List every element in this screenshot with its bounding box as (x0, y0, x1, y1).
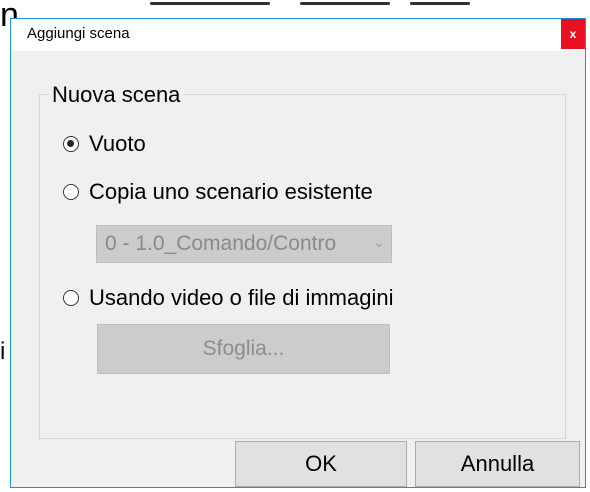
background-window-edge (300, 2, 390, 5)
radio-button[interactable] (63, 290, 79, 306)
scenario-select-value: 0 - 1.0_Comando/Contro (105, 232, 337, 255)
chevron-down-icon: ⌄ (373, 234, 385, 250)
background-window-edge (410, 2, 470, 5)
background-window-edge (150, 2, 270, 5)
close-button[interactable]: x (561, 19, 585, 49)
add-scene-dialog: Aggiungi scena x Nuova scena Vuoto Copia… (10, 18, 586, 488)
radio-button-checked[interactable] (63, 136, 79, 152)
scenario-select: 0 - 1.0_Comando/Contro ⌄ (96, 225, 392, 263)
screen: n i Aggiungi scena x Nuova scena Vuoto C… (0, 0, 590, 492)
group-legend: Nuova scena (49, 82, 184, 108)
radio-copy-scenario[interactable]: Copia uno scenario esistente (63, 179, 373, 205)
ok-button[interactable]: OK (235, 441, 407, 487)
radio-video-or-images[interactable]: Usando video o file di immagini (63, 285, 394, 311)
background-text: i (0, 338, 6, 365)
browse-button: Sfoglia... (97, 324, 390, 374)
radio-label: Usando video o file di immagini (89, 285, 394, 310)
radio-button[interactable] (63, 184, 79, 200)
radio-label: Copia uno scenario esistente (89, 179, 373, 204)
radio-empty[interactable]: Vuoto (63, 131, 146, 157)
radio-label: Vuoto (89, 131, 146, 156)
dialog-titlebar[interactable]: Aggiungi scena x (11, 19, 585, 51)
cancel-button[interactable]: Annulla (415, 441, 580, 487)
close-icon: x (569, 27, 577, 41)
dialog-title: Aggiungi scena (27, 25, 130, 42)
